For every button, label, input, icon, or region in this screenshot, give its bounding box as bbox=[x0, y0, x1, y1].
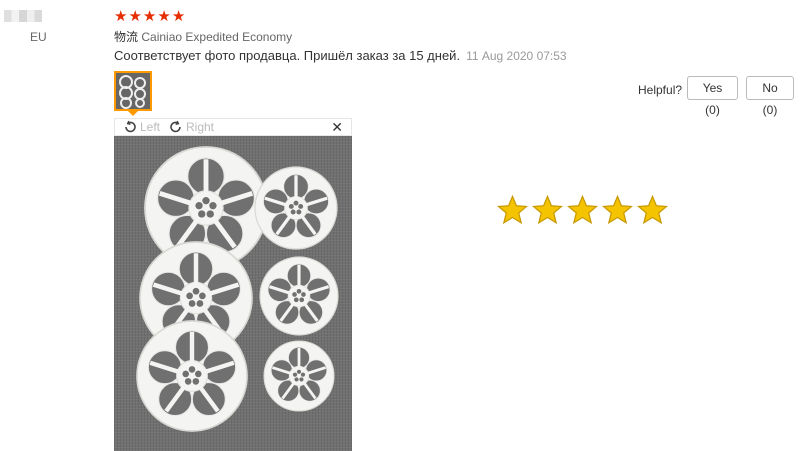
rotate-right-button[interactable]: Right bbox=[169, 120, 214, 134]
review-date: 11 Aug 2020 07:53 bbox=[466, 49, 567, 63]
close-icon[interactable]: ✕ bbox=[331, 119, 343, 136]
reviewer-country: EU bbox=[30, 30, 47, 44]
star-icon: ★ bbox=[128, 8, 142, 25]
review-rating: ★ ★ ★ ★ ★ bbox=[114, 9, 185, 24]
shipping-method: Cainiao Expedited Economy bbox=[141, 30, 293, 44]
thumbnail-pointer bbox=[128, 111, 138, 116]
rotate-left-button[interactable]: Left bbox=[123, 120, 160, 134]
shipping-label: 物流 bbox=[114, 30, 139, 44]
review-text: Соответствует фото продавца. Пришёл зака… bbox=[114, 48, 461, 63]
star-icon bbox=[497, 195, 528, 225]
star-icon bbox=[637, 195, 668, 225]
review-body: Соответствует фото продавца. Пришёл зака… bbox=[114, 48, 567, 63]
reviewer-name-blurred bbox=[4, 10, 42, 22]
rotate-left-label: Left bbox=[140, 120, 161, 134]
star-icon bbox=[532, 195, 563, 225]
star-icon bbox=[602, 195, 633, 225]
rotate-left-icon bbox=[125, 120, 136, 133]
rotate-right-icon bbox=[170, 120, 181, 133]
star-icon bbox=[567, 195, 598, 225]
helpful-no-button[interactable]: No (0) bbox=[746, 76, 794, 117]
shipping-info: 物流 Cainiao Expedited Economy bbox=[114, 28, 292, 45]
helpful-yes-button[interactable]: Yes (0) bbox=[687, 76, 738, 117]
rotate-right-label: Right bbox=[186, 120, 215, 134]
photo-viewer-toolbar: Left Right ✕ bbox=[114, 118, 352, 136]
star-icon: ★ bbox=[171, 8, 186, 25]
review-photo-large bbox=[114, 136, 352, 451]
review-photo-thumbnail[interactable] bbox=[114, 71, 152, 111]
overlay-rating-stars bbox=[497, 195, 668, 225]
helpful-label: Helpful? bbox=[638, 83, 683, 97]
star-icon: ★ bbox=[114, 8, 128, 25]
star-icon: ★ bbox=[157, 8, 171, 25]
star-icon: ★ bbox=[142, 8, 157, 25]
